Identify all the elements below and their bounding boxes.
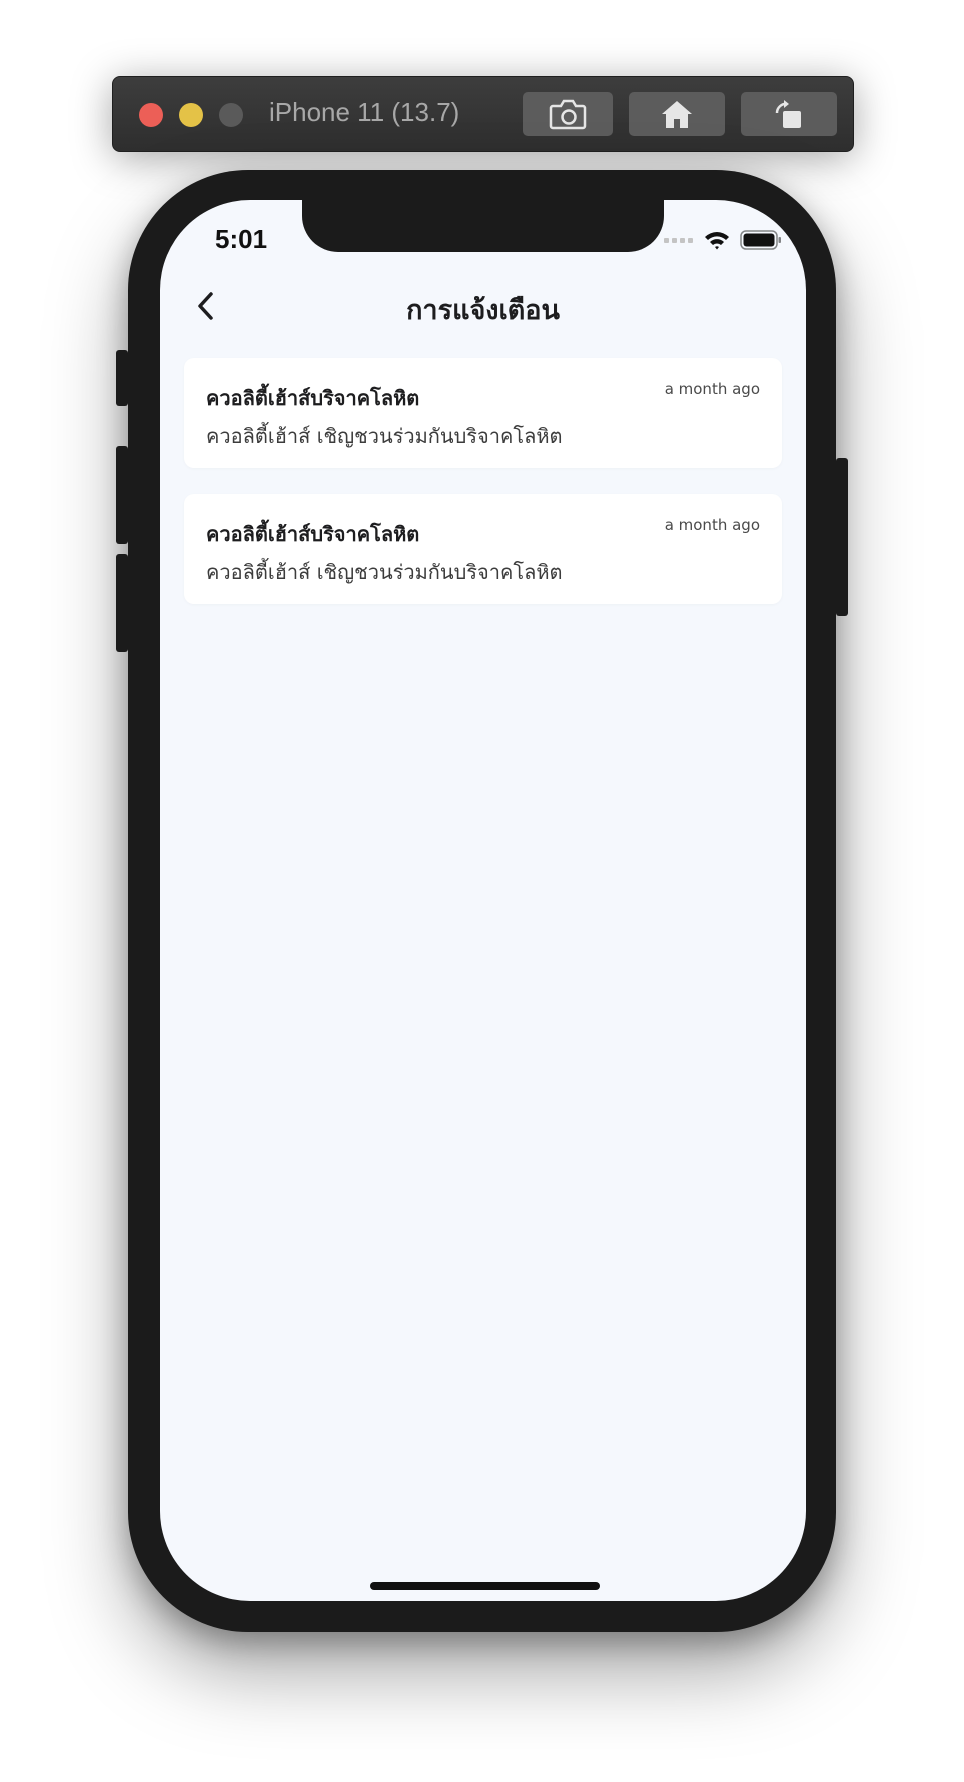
- window-close-button[interactable]: [139, 103, 163, 127]
- signal-icon: [664, 238, 693, 243]
- notification-title: ควอลิตี้เฮ้าส์บริจาคโลหิต: [206, 386, 420, 410]
- home-button[interactable]: [629, 92, 725, 136]
- window-zoom-button[interactable]: [219, 103, 243, 127]
- simulator-title-bar: iPhone 11 (13.7): [112, 76, 854, 152]
- simulator-title: iPhone 11 (13.7): [269, 97, 460, 127]
- notch: [302, 200, 664, 252]
- notification-list: ควอลิตี้เฮ้าส์บริจาคโลหิต a month ago คว…: [184, 358, 782, 630]
- silent-switch: [116, 350, 128, 406]
- status-time: 5:01: [215, 224, 268, 254]
- home-icon: [662, 101, 692, 128]
- home-indicator[interactable]: [370, 1582, 600, 1590]
- window-minimize-button[interactable]: [179, 103, 203, 127]
- screenshot-icon: [549, 99, 587, 130]
- power-button[interactable]: [836, 458, 848, 616]
- notification-card[interactable]: ควอลิตี้เฮ้าส์บริจาคโลหิต a month ago คว…: [184, 358, 782, 468]
- notification-card[interactable]: ควอลิตี้เฮ้าส์บริจาคโลหิต a month ago คว…: [184, 494, 782, 604]
- wifi-icon: [705, 232, 729, 250]
- notification-body: ควอลิตี้เฮ้าส์ เชิญชวนร่วมกันบริจาคโลหิต: [206, 560, 563, 584]
- phone-screen: 5:01 การแจ้งเตือน ควอลิตี้เฮ้าส์บริจาคโล…: [160, 200, 806, 1601]
- battery-icon: [740, 230, 781, 250]
- volume-down-button[interactable]: [116, 554, 128, 652]
- notification-title: ควอลิตี้เฮ้าส์บริจาคโลหิต: [206, 522, 420, 546]
- page-title: การแจ้งเตือน: [406, 295, 560, 326]
- phone-frame: 5:01 การแจ้งเตือน ควอลิตี้เฮ้าส์บริจาคโล…: [116, 170, 848, 1632]
- status-icons: [664, 230, 782, 250]
- notification-time: a month ago: [664, 380, 760, 398]
- volume-up-button[interactable]: [116, 446, 128, 544]
- notification-time: a month ago: [664, 516, 760, 534]
- screenshot-button[interactable]: [523, 92, 613, 136]
- rotate-icon: [775, 100, 801, 128]
- rotate-button[interactable]: [741, 92, 837, 136]
- notification-body: ควอลิตี้เฮ้าส์ เชิญชวนร่วมกันบริจาคโลหิต: [206, 424, 563, 448]
